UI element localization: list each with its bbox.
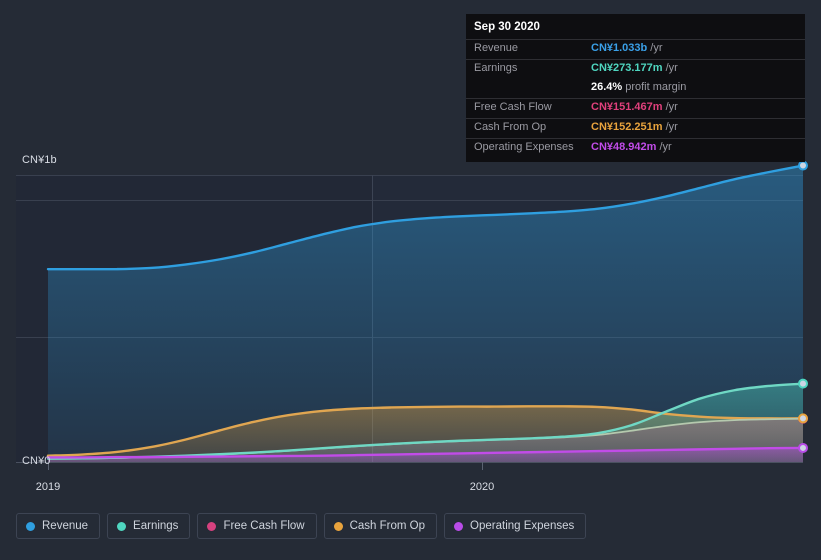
- tooltip-row-operating-expenses: Operating Expenses CN¥48.942m /yr: [466, 138, 805, 158]
- x-axis-ticks: [48, 462, 483, 470]
- tooltip-unit-cash-from-op: /yr: [665, 121, 678, 133]
- y-axis-label-top: CN¥1b: [22, 154, 57, 166]
- tooltip-row-earnings: Earnings CN¥273.177m /yr: [466, 59, 805, 79]
- tooltip-key-earnings: Earnings: [474, 62, 518, 74]
- chart-legend[interactable]: Revenue Earnings Free Cash Flow Cash Fro…: [16, 513, 587, 539]
- tooltip-row-profit-margin: 26.4% profit margin: [466, 79, 805, 98]
- chart-tooltip: Sep 30 2020 Revenue CN¥1.033b /yr Earnin…: [466, 14, 805, 162]
- legend-label-cash-from-op: Cash From Op: [349, 520, 426, 532]
- tooltip-row-cash-from-op: Cash From Op CN¥152.251m /yr: [466, 118, 805, 138]
- cash-from-op-color-dot-icon: [333, 521, 343, 531]
- tooltip-unit-earnings: /yr: [665, 62, 678, 74]
- x-axis-label-2020: 2020: [469, 481, 495, 493]
- end-marker-cash-from-op[interactable]: [798, 413, 808, 424]
- tooltip-label-profit-margin: profit margin: [625, 81, 687, 93]
- legend-label-operating-expenses: Operating Expenses: [470, 520, 575, 532]
- tooltip-row-free-cash-flow: Free Cash Flow CN¥151.467m /yr: [466, 98, 805, 118]
- tooltip-key-revenue: Revenue: [474, 42, 519, 54]
- legend-item-cash-from-op[interactable]: Cash From Op: [323, 513, 438, 539]
- tooltip-unit-free-cash-flow: /yr: [665, 101, 678, 113]
- end-marker-earnings[interactable]: [798, 378, 808, 389]
- operating-expenses-color-dot-icon: [454, 521, 464, 531]
- legend-label-revenue: Revenue: [42, 520, 89, 532]
- earnings-color-dot-icon: [117, 521, 127, 531]
- end-marker-operating-expenses[interactable]: [798, 442, 808, 453]
- legend-label-earnings: Earnings: [133, 520, 179, 532]
- tooltip-value-cash-from-op: CN¥152.251m: [591, 121, 663, 133]
- tooltip-value-profit-margin: 26.4%: [591, 81, 623, 93]
- tooltip-unit-operating-expenses: /yr: [659, 141, 672, 153]
- tooltip-row-revenue: Revenue CN¥1.033b /yr: [466, 39, 805, 59]
- legend-item-operating-expenses[interactable]: Operating Expenses: [444, 513, 587, 539]
- x-axis-label-2019: 2019: [35, 481, 61, 493]
- financial-area-chart[interactable]: CN¥1b CN¥0 2019 2020 Sep 30 2020 Revenue…: [0, 0, 821, 505]
- legend-label-free-cash-flow: Free Cash Flow: [223, 520, 305, 532]
- tooltip-value-free-cash-flow: CN¥151.467m: [591, 101, 663, 113]
- tooltip-key-free-cash-flow: Free Cash Flow: [474, 101, 552, 113]
- tooltip-key-cash-from-op: Cash From Op: [474, 121, 547, 133]
- revenue-color-dot-icon: [26, 521, 35, 531]
- tooltip-value-earnings: CN¥273.177m: [591, 62, 663, 74]
- free-cash-flow-color-dot-icon: [207, 521, 217, 531]
- tooltip-date: Sep 30 2020: [474, 21, 540, 33]
- legend-item-earnings[interactable]: Earnings: [107, 513, 191, 539]
- legend-item-free-cash-flow[interactable]: Free Cash Flow: [197, 513, 317, 539]
- tooltip-key-operating-expenses: Operating Expenses: [474, 141, 574, 153]
- tooltip-value-operating-expenses: CN¥48.942m: [591, 141, 657, 153]
- y-axis-label-zero: CN¥0: [22, 455, 51, 467]
- tooltip-unit-revenue: /yr: [650, 42, 663, 54]
- legend-item-revenue[interactable]: Revenue: [16, 513, 101, 539]
- tooltip-value-revenue: CN¥1.033b: [591, 42, 648, 54]
- end-marker-revenue[interactable]: [798, 160, 808, 171]
